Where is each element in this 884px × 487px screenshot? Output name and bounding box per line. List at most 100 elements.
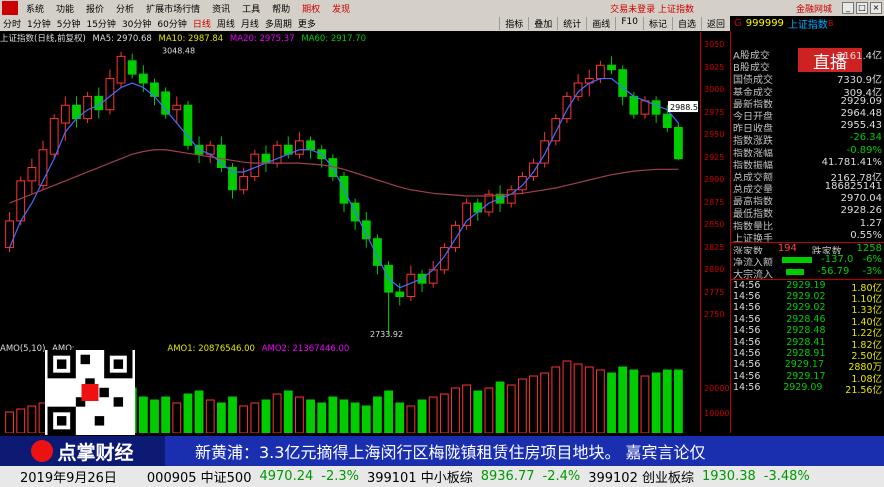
tick-amount: 2880万 <box>848 362 882 374</box>
quote-mark: G <box>734 18 742 29</box>
menu-tools[interactable]: 工具 <box>236 2 266 15</box>
info-row: 上证换手 0.55% <box>731 230 884 242</box>
tool-watchlist-button[interactable]: 自选 <box>671 17 701 30</box>
menu-quote[interactable]: 报价 <box>80 2 110 15</box>
maximize-icon[interactable]: □ <box>856 2 868 14</box>
tool-overlay-button[interactable]: 叠加 <box>528 17 557 30</box>
period-tab[interactable]: 5分钟 <box>54 17 84 30</box>
menu-news[interactable]: 资讯 <box>206 2 236 15</box>
menu-help[interactable]: 帮助 <box>266 2 296 15</box>
volume-bar <box>662 369 672 433</box>
volume-bar <box>239 405 249 433</box>
period-tab[interactable]: 月线 <box>238 17 262 30</box>
net-inflow-label: 净流入额 <box>733 258 773 267</box>
candle-body <box>27 167 37 182</box>
price-tick-label: 3025 <box>704 62 725 72</box>
price-tick-label: 3050 <box>704 40 725 49</box>
info-label: 总成交额 <box>733 172 773 182</box>
quote-code: 999999 <box>745 18 784 29</box>
brand-link[interactable]: 金融网城 <box>790 2 838 15</box>
menu-function[interactable]: 功能 <box>50 2 80 15</box>
candle-body <box>473 202 483 213</box>
info-label: 基金成交 <box>733 87 773 96</box>
tool-mark-button[interactable]: 标记 <box>642 17 672 30</box>
high-price-label: 3048.48 <box>162 47 195 56</box>
menu-options[interactable]: 期权 <box>296 2 326 15</box>
period-tab-active[interactable]: 日线 <box>190 17 214 30</box>
volume-tick-label: 20000 <box>704 384 730 393</box>
tick-row: 14:56 2928.91 2.50亿 <box>731 348 884 362</box>
info-label: B股成交 <box>733 63 770 72</box>
volume-bar <box>283 390 293 433</box>
period-tab[interactable]: 分时 <box>0 17 24 30</box>
tool-back-button[interactable]: 返回 <box>700 17 730 30</box>
info-label: 指数振幅 <box>733 160 773 169</box>
menu-discover[interactable]: 发现 <box>326 2 356 15</box>
info-label: 上证换手 <box>733 233 773 242</box>
tool-f10-button[interactable]: F10 <box>615 17 643 30</box>
volume-bar <box>417 399 427 433</box>
price-tick-label: 2950 <box>704 130 725 139</box>
menu-market[interactable]: 扩展市场行情 <box>140 2 206 15</box>
info-value: 41.781.41% <box>821 156 882 168</box>
login-status: 交易未登录 上证指数 <box>610 4 694 15</box>
period-tab[interactable]: 15分钟 <box>83 17 118 30</box>
candle-body <box>116 55 126 84</box>
quote-flag: B <box>827 19 834 28</box>
tick-time: 14:56 <box>733 290 761 302</box>
info-row: 最新指数 2929.09 <box>731 96 884 108</box>
volume-bar <box>484 387 494 433</box>
tick-row: 14:56 2929.17 1.08亿 <box>731 370 884 385</box>
candle-body <box>60 104 70 124</box>
period-tab[interactable]: 多周期 <box>262 17 295 30</box>
candle-body <box>618 69 628 97</box>
index-info-panel: A股成交 2161.4亿 B股成交 国债成交 7330.9亿 基金成交 309.4亿 最新指数… <box>730 31 884 433</box>
period-tab[interactable]: 30分钟 <box>119 17 154 30</box>
price-tick-label: 2750 <box>704 310 725 319</box>
tool-stats-button[interactable]: 统计 <box>557 17 586 30</box>
tick-price: 2929.02 <box>786 290 826 302</box>
tool-indicator-button[interactable]: 指标 <box>499 17 528 30</box>
period-tab[interactable]: 60分钟 <box>154 17 189 30</box>
info-value: 2161.4亿 <box>837 51 882 60</box>
candle-body <box>306 140 315 151</box>
info-value: 7330.9亿 <box>837 75 882 84</box>
tick-price: 2928.48 <box>786 325 826 337</box>
period-tab[interactable]: 周线 <box>214 17 238 30</box>
tool-draw-button[interactable]: 画线 <box>586 17 615 30</box>
price-tick-label: 2825 <box>704 242 725 252</box>
info-value: 2955.43 <box>840 120 882 132</box>
info-value: 2162.78亿 <box>830 172 882 182</box>
price-tick-label: 2850 <box>704 220 725 229</box>
volume-bar <box>350 402 360 433</box>
ticker-text: 新黄浦：3.3亿元摘得上海闵行区梅陇镇租赁住房项目地块。 嘉宾言论仅 <box>195 443 706 462</box>
info-value: 186825141 <box>824 181 882 193</box>
volume-bar <box>640 375 650 433</box>
candle-body <box>629 95 639 115</box>
minimize-icon[interactable]: _ <box>842 2 854 14</box>
period-tab[interactable]: 更多 <box>295 17 319 30</box>
candle-body <box>674 127 683 160</box>
info-label: 最低指数 <box>733 209 773 218</box>
amo1-label: AMO1: 20876546.00 <box>167 344 255 354</box>
info-value: 2929.09 <box>840 95 882 107</box>
menu-analysis[interactable]: 分析 <box>110 2 140 15</box>
tick-price: 2929.17 <box>786 370 826 382</box>
index-code-1: 000905 中证500 <box>146 471 252 486</box>
tick-row: 14:56 2929.02 1.33亿 <box>731 302 884 316</box>
info-row: 基金成交 309.4亿 <box>731 84 884 96</box>
menu-bar: 系统 功能 报价 分析 扩展市场行情 资讯 工具 帮助 期权 发现 交易未登录 … <box>0 0 884 16</box>
price-tick-label: 2775 <box>704 287 725 297</box>
info-row: 最低指数 2928.26 <box>731 205 884 217</box>
candle-body <box>295 140 304 155</box>
info-row: 指数振幅 41.781.41% <box>731 157 884 169</box>
tick-row: 14:56 2929.02 1.10亿 <box>731 290 884 305</box>
info-row: 今日开盘 2964.48 <box>731 108 884 120</box>
block-inflow-value: -56.79 <box>817 266 850 278</box>
index-value-1: 4970.24 <box>259 469 314 484</box>
info-value: -26.34 <box>849 132 882 144</box>
period-tab[interactable]: 1分钟 <box>24 17 54 30</box>
candlestick-chart[interactable]: 3048.48 2733.92 2988.5 <box>0 43 700 341</box>
close-icon[interactable]: × <box>870 2 882 14</box>
menu-system[interactable]: 系统 <box>20 2 50 15</box>
